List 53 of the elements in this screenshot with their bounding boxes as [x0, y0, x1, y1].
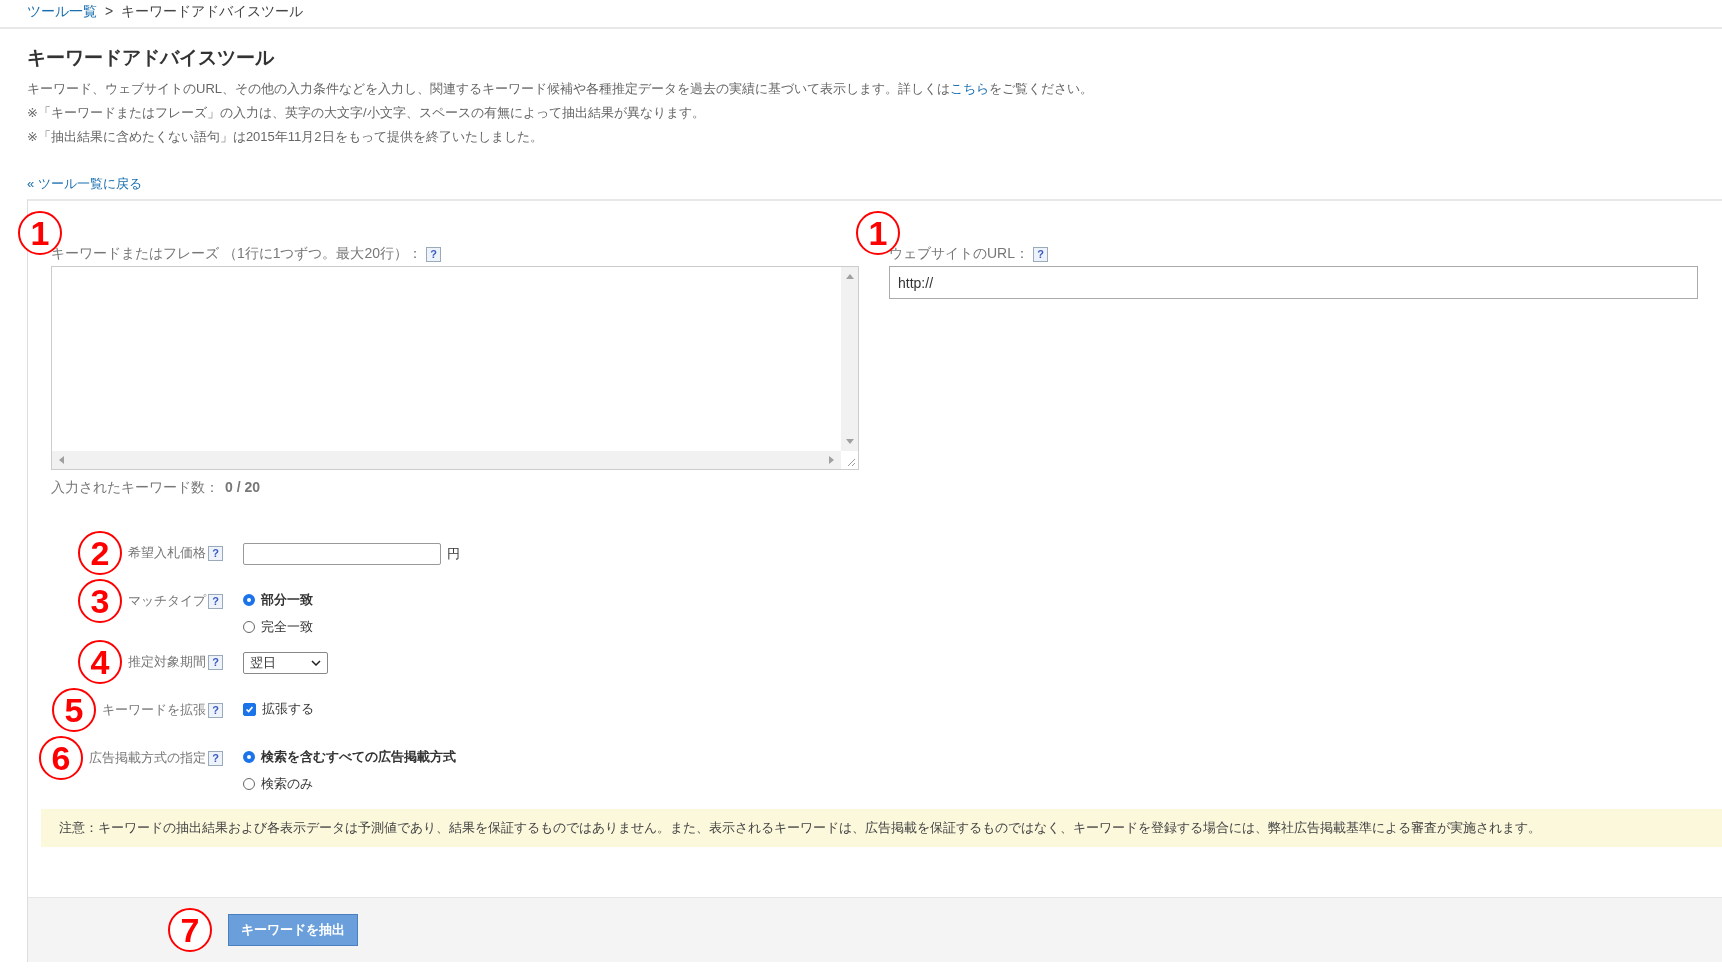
- checkbox-label: 拡張する: [262, 700, 314, 718]
- help-icon[interactable]: ?: [208, 750, 223, 766]
- scroll-down-icon[interactable]: [845, 439, 854, 445]
- url-field[interactable]: http://: [889, 266, 1698, 299]
- horizontal-scrollbar[interactable]: [52, 451, 841, 469]
- radio-label: 検索のみ: [261, 775, 313, 793]
- help-icon[interactable]: ?: [208, 702, 223, 718]
- scroll-left-icon[interactable]: [58, 456, 64, 464]
- help-icon[interactable]: ?: [208, 545, 223, 561]
- option-label: 広告掲載方式の指定: [89, 749, 206, 767]
- field-label: ウェブサイトのURL：: [889, 245, 1029, 263]
- breadcrumb-link[interactable]: ツール一覧: [27, 3, 97, 21]
- radio-button[interactable]: [243, 621, 255, 633]
- radio-label: 完全一致: [261, 618, 313, 636]
- bid-price-field[interactable]: [243, 543, 441, 565]
- keyword-count-label: 入力されたキーワード数：: [51, 479, 219, 497]
- breadcrumb-separator: >: [105, 3, 114, 21]
- annotation-marker: 7: [168, 908, 212, 952]
- radio-button[interactable]: [243, 594, 255, 606]
- field-label: キーワードまたはフレーズ （1行に1つずつ。最大20行）：: [51, 245, 423, 263]
- help-icon[interactable]: ?: [426, 246, 442, 262]
- description-text: キーワード、ウェブサイトのURL、その他の入力条件などを入力し、関連するキーワード候補や各種推定データを過去の実績に基づいて表示します。詳しくはこちら をご覧ください。: [27, 80, 1094, 98]
- annotation-marker: 3: [78, 579, 122, 623]
- radio-button[interactable]: [243, 751, 255, 763]
- vertical-scrollbar[interactable]: [841, 267, 858, 451]
- back-link[interactable]: « ツール一覧に戻る: [27, 175, 142, 193]
- option-label: 希望入札価格: [128, 544, 206, 562]
- help-icon[interactable]: ?: [1033, 246, 1048, 262]
- option-label: 推定対象期間: [128, 653, 206, 671]
- help-icon[interactable]: ?: [208, 593, 223, 609]
- unit-label: 円: [447, 545, 460, 563]
- option-label: マッチタイプ: [128, 592, 206, 610]
- details-link[interactable]: こちら: [950, 81, 989, 96]
- radio-label: 部分一致: [261, 591, 313, 609]
- resize-grip-icon[interactable]: [846, 457, 856, 467]
- annotation-marker: 5: [52, 688, 96, 732]
- page-title: キーワードアドバイスツール: [27, 46, 275, 70]
- scroll-right-icon[interactable]: [829, 456, 835, 464]
- description-text: ※「抽出結果に含めたくない語句」は2015年11月2日をもって提供を終了いたしました。: [27, 128, 544, 146]
- help-icon[interactable]: ?: [208, 654, 223, 670]
- chevron-down-icon: [311, 660, 321, 666]
- radio-button[interactable]: [243, 778, 255, 790]
- period-dropdown[interactable]: 翌日: [243, 652, 328, 674]
- notice-banner: 注意：キーワードの抽出結果および各表示データは予測値であり、結果を保証するものではありません。また、表示されるキーワードは、広告掲載を保証するものではなく、キーワードを登録する場合には、弊社広告掲載基準による審査が実施されます。: [41, 809, 1722, 847]
- description-text: ※「キーワードまたはフレーズ」の入力は、英字の大文字/小文字、スペースの有無によって抽出結果が異なります。: [27, 104, 706, 122]
- option-label: キーワードを拡張: [102, 701, 206, 719]
- scroll-up-icon[interactable]: [845, 273, 854, 279]
- annotation-marker: 2: [78, 531, 122, 575]
- keyword-count: 0 / 20: [225, 479, 261, 497]
- radio-label: 検索を含むすべての広告掲載方式: [261, 748, 456, 766]
- annotation-marker: 6: [39, 736, 83, 780]
- annotation-marker: 4: [78, 640, 122, 684]
- breadcrumb-current: キーワードアドバイスツール: [121, 3, 304, 21]
